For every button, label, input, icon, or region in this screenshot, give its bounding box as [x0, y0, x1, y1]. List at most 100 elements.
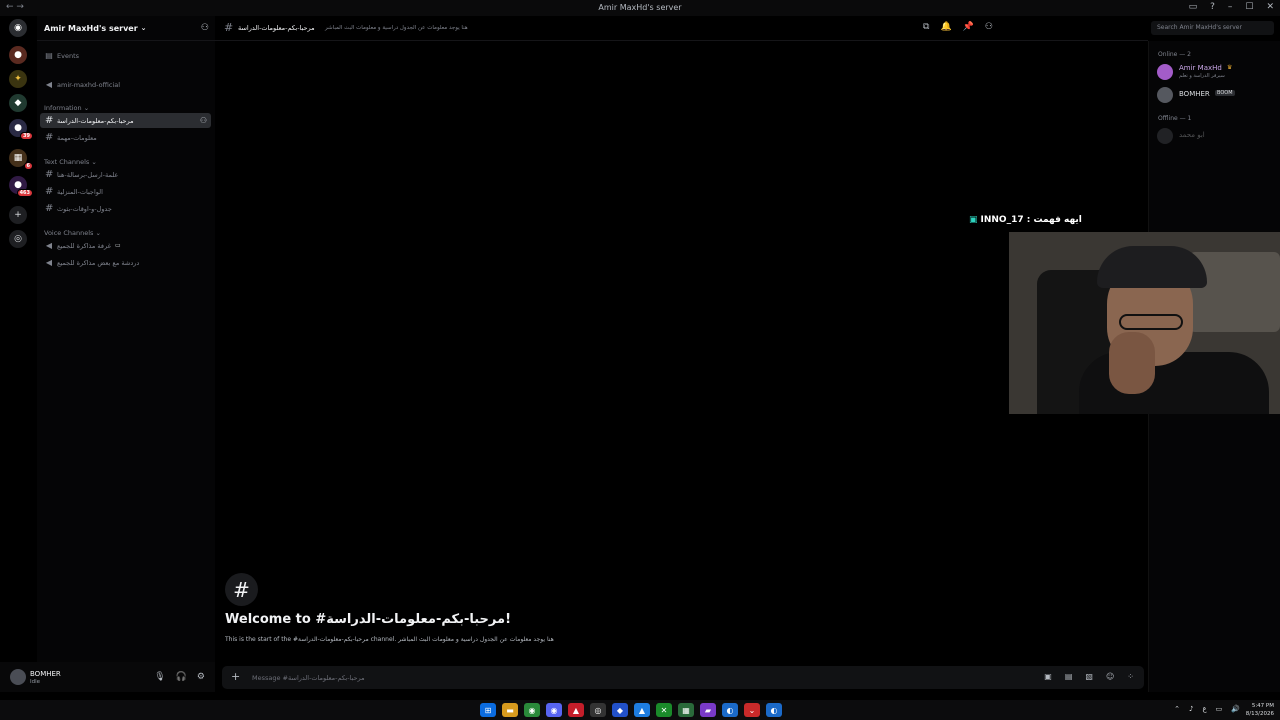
channel-text-1[interactable]: # علمة-ارسل-برسالة-هنا [40, 167, 211, 182]
steam-icon[interactable]: ◐ [722, 703, 738, 717]
file-explorer-icon[interactable]: ▬ [502, 703, 518, 717]
server-list: ◉ ● ✦ ◆ ● 39 ▦ 6 ● 463 + ◎ [0, 16, 36, 692]
headphones-icon[interactable]: 🎧 [176, 672, 187, 682]
language-icon[interactable]: ع [1202, 705, 1206, 713]
hash-icon: # [45, 186, 54, 197]
channel-important-info[interactable]: # معلومات-مهمة [40, 130, 211, 145]
username: BOMHER [30, 670, 61, 678]
overlay-text: INNO_17 : ايهه فهمت [980, 215, 1082, 225]
microphone-icon[interactable]: 🎙 [154, 672, 165, 682]
pin-icon[interactable]: 📌 [963, 22, 974, 32]
app-icon[interactable]: ▲ [634, 703, 650, 717]
channel-label: علمة-ارسل-برسالة-هنا [57, 170, 119, 179]
avatar [1157, 128, 1173, 144]
help-icon[interactable]: ? [1210, 2, 1215, 12]
bell-icon[interactable]: 🔔 [940, 22, 951, 32]
minimize-button[interactable]: – [1228, 2, 1233, 12]
gif-icon[interactable]: ▤ [1065, 672, 1073, 681]
steam-icon[interactable]: ◐ [766, 703, 782, 717]
chrome-icon[interactable]: ◉ [524, 703, 540, 717]
member-item[interactable]: Amir MaxHd ♛ سيرفر الدراسة و تعلم [1157, 63, 1277, 81]
taskbar-clock[interactable]: 5:47 PM 8/13/2026 [1246, 702, 1274, 718]
server-header[interactable]: Amir MaxHd's server ⌄ ⚇ [37, 16, 215, 41]
discord-taskbar-icon[interactable]: ◉ [546, 703, 562, 717]
hash-icon: # [45, 115, 54, 126]
chevron-up-icon[interactable]: ⌃ [1174, 705, 1180, 713]
channel-label: دردشة مع بعض مذاكرة للجميع [57, 258, 140, 267]
events-item[interactable]: ▤ Events [40, 48, 211, 63]
channel-text-2[interactable]: # الواجبات-المنزلية [40, 184, 211, 199]
gear-icon[interactable]: ⚙ [197, 672, 205, 682]
server-icon-amir[interactable]: ● [9, 46, 27, 64]
close-button[interactable]: ✕ [1266, 2, 1274, 12]
unread-badge: 6 [23, 162, 33, 170]
member-item[interactable]: ابو محمد [1157, 127, 1277, 145]
channel-sidebar: Amir MaxHd's server ⌄ ⚇ ▤ Events ◀ amir-… [37, 16, 215, 662]
mic-tray-icon[interactable]: ♪ [1189, 705, 1193, 713]
channel-label: جدول-و-اوقات-بثوث [57, 204, 112, 213]
server-icon-6[interactable]: ● 463 [9, 176, 33, 197]
avatar[interactable] [10, 669, 26, 685]
emoji-icon[interactable]: ☺ [1106, 672, 1114, 681]
red-app-icon[interactable]: ▲ [568, 703, 584, 717]
crown-icon: ♛ [1227, 64, 1233, 71]
maximize-button[interactable]: ☐ [1245, 2, 1253, 12]
app-icon[interactable]: ◆ [612, 703, 628, 717]
gift-icon[interactable]: ▣ [1044, 672, 1052, 681]
chat-overlay-icon: ▣ [969, 215, 978, 225]
window-title: Amir MaxHd's server [598, 3, 682, 12]
welcome-title: Welcome to #مرحبا-بكم-معلومات-الدراسة! [225, 612, 511, 627]
channel-official[interactable]: ◀ amir-maxhd-official [40, 77, 211, 92]
channel-welcome[interactable]: # مرحبا-بكم-معلومات-الدراسة ⚇ [40, 113, 211, 128]
xbox-icon[interactable]: ✕ [656, 703, 672, 717]
inbox-icon[interactable]: ▭ [1189, 2, 1198, 12]
network-icon[interactable]: ▭ [1216, 705, 1223, 713]
member-name: Amir MaxHd [1179, 64, 1222, 72]
channel-topic[interactable]: هنا يوجد معلومات عن الجدول دراسية و معلو… [325, 25, 468, 31]
sticker-icon[interactable]: ▧ [1085, 672, 1093, 681]
server-icon-3[interactable]: ◆ [9, 94, 27, 112]
member-list-icon[interactable]: ⚇ [985, 22, 993, 32]
clock-date: 8/13/2026 [1245, 711, 1274, 717]
hash-icon: # [224, 21, 234, 34]
app-icon[interactable]: ▦ [678, 703, 694, 717]
add-server-icon[interactable]: + [9, 206, 27, 224]
message-composer[interactable]: + Message #مرحبا-بكم-معلومات-الدراسة ▣ ▤… [222, 666, 1144, 689]
user-status: Idle [30, 679, 41, 685]
add-member-icon[interactable]: ⚇ [200, 116, 207, 125]
voice-channel-1[interactable]: ◀ غرفة مذاكرة للجميع ▭ [40, 238, 211, 253]
start-menu-icon[interactable]: ⊞ [480, 703, 496, 717]
megaphone-icon: ◀ [45, 80, 53, 89]
server-icon-2[interactable]: ✦ [9, 70, 27, 88]
member-name: ابو محمد [1179, 131, 1205, 139]
threads-icon[interactable]: ⧉ [923, 22, 929, 32]
stream-chat-overlay: ▣ INNO_17 : ايهه فهمت [969, 215, 1082, 225]
title-bar: ← → Amir MaxHd's server ▭ ? – ☐ ✕ [0, 0, 1280, 16]
server-name: Amir MaxHd's server [44, 23, 138, 33]
app-icon[interactable]: ⌄ [744, 703, 760, 717]
add-attachment-icon[interactable]: + [231, 670, 240, 683]
voice-channel-2[interactable]: ◀ دردشة مع بعض مذاكرة للجميع [40, 255, 211, 270]
window-controls: ▭ ? – ☐ ✕ [1189, 2, 1274, 12]
search-input[interactable]: Search Amir MaxHd's server [1151, 21, 1274, 35]
chevron-down-icon: ⌄ [140, 24, 147, 32]
channel-label: غرفة مذاكرة للجميع [57, 241, 112, 250]
server-folder-icon[interactable]: ▦ 6 [9, 149, 33, 170]
calendar-icon: ▤ [45, 51, 53, 60]
category-voice-channels[interactable]: Voice Channels ⌄ [44, 229, 101, 237]
volume-icon[interactable]: 🔊 [1231, 705, 1240, 713]
server-icon-4[interactable]: ● 39 [9, 119, 33, 140]
discord-home-icon[interactable]: ◉ [9, 19, 27, 37]
channel-text-3[interactable]: # جدول-و-اوقات-بثوث [40, 201, 211, 216]
twitch-icon[interactable]: ▰ [700, 703, 716, 717]
speaker-icon: ◀ [45, 241, 53, 250]
category-information[interactable]: Information ⌄ [44, 104, 89, 112]
discover-icon[interactable]: ◎ [9, 230, 27, 248]
category-text-channels[interactable]: Text Channels ⌄ [44, 158, 97, 166]
invite-people-icon[interactable]: ⚇ [201, 23, 209, 33]
app-icon[interactable]: ◎ [590, 703, 606, 717]
hash-icon: # [45, 169, 54, 180]
member-item[interactable]: BOMHER BOOM [1157, 86, 1277, 104]
apps-icon[interactable]: ⁘ [1127, 672, 1134, 681]
message-input[interactable]: Message #مرحبا-بكم-معلومات-الدراسة [252, 674, 365, 682]
